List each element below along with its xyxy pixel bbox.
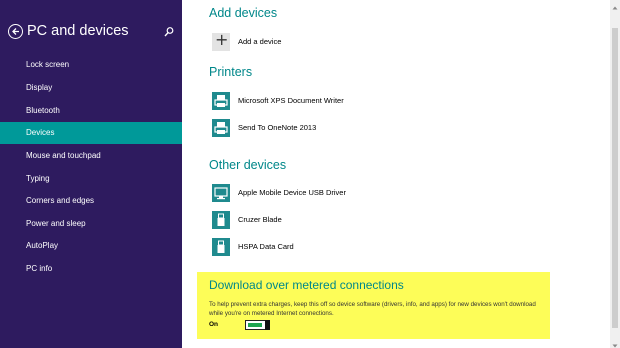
sidebar-item-pc-info[interactable]: PC info	[0, 258, 182, 280]
vertical-scrollbar[interactable]	[610, 0, 620, 348]
device-item[interactable]: Apple Mobile Device USB Driver	[212, 184, 382, 206]
monitor-icon	[212, 184, 230, 202]
toggle-fill	[247, 322, 262, 327]
add-device-label: Add a device	[238, 37, 282, 46]
sidebar-item-devices[interactable]: Devices	[0, 122, 182, 144]
printer-icon	[212, 119, 230, 137]
toggle-thumb[interactable]	[264, 319, 270, 330]
printer-label: Microsoft XPS Document Writer	[238, 96, 344, 105]
sidebar-item-corners-and-edges[interactable]: Corners and edges	[0, 190, 182, 212]
sidebar-item-power-and-sleep[interactable]: Power and sleep	[0, 213, 182, 235]
sidebar-item-bluetooth[interactable]: Bluetooth	[0, 100, 182, 122]
device-item[interactable]: HSPA Data Card	[212, 238, 332, 260]
sidebar-item-autoplay[interactable]: AutoPlay	[0, 235, 182, 257]
toggle-state-label: On	[209, 321, 219, 328]
back-arrow-icon[interactable]	[8, 24, 23, 39]
printers-heading: Printers	[209, 65, 253, 79]
add-device-button[interactable]: + Add a device	[212, 31, 332, 55]
metered-connections-panel: Download over metered connections To hel…	[197, 272, 550, 339]
device-label: HSPA Data Card	[238, 242, 294, 251]
sidebar-item-typing[interactable]: Typing	[0, 168, 182, 190]
sidebar-header: PC and devices	[0, 0, 182, 56]
printer-item[interactable]: Send To OneNote 2013	[212, 119, 372, 141]
add-devices-heading: Add devices	[209, 6, 278, 20]
search-icon[interactable]	[163, 25, 175, 37]
usb-drive-icon	[212, 238, 230, 256]
other-devices-heading: Other devices	[209, 158, 287, 172]
device-item[interactable]: Cruzer Blade	[212, 211, 332, 233]
device-label: Apple Mobile Device USB Driver	[238, 188, 346, 197]
usb-drive-icon	[212, 211, 230, 229]
printer-label: Send To OneNote 2013	[238, 123, 317, 132]
sidebar-item-display[interactable]: Display	[0, 77, 182, 99]
scroll-up-arrow-icon[interactable]	[610, 0, 620, 10]
printer-icon	[212, 92, 230, 110]
metered-toggle-switch[interactable]	[245, 319, 270, 330]
sidebar-item-lock-screen[interactable]: Lock screen	[0, 54, 182, 76]
sidebar: PC and devices Lock screen Display Bluet…	[0, 0, 182, 348]
page-title: PC and devices	[27, 23, 129, 39]
metered-heading: Download over metered connections	[209, 278, 404, 292]
scroll-down-arrow-icon[interactable]	[610, 338, 620, 348]
printer-item[interactable]: Microsoft XPS Document Writer	[212, 92, 372, 114]
plus-icon: +	[212, 31, 230, 51]
device-label: Cruzer Blade	[238, 215, 282, 224]
metered-description: To help prevent extra charges, keep this…	[209, 301, 536, 317]
sidebar-item-mouse-and-touchpad[interactable]: Mouse and touchpad	[0, 145, 182, 167]
scrollbar-thumb[interactable]	[612, 28, 618, 328]
